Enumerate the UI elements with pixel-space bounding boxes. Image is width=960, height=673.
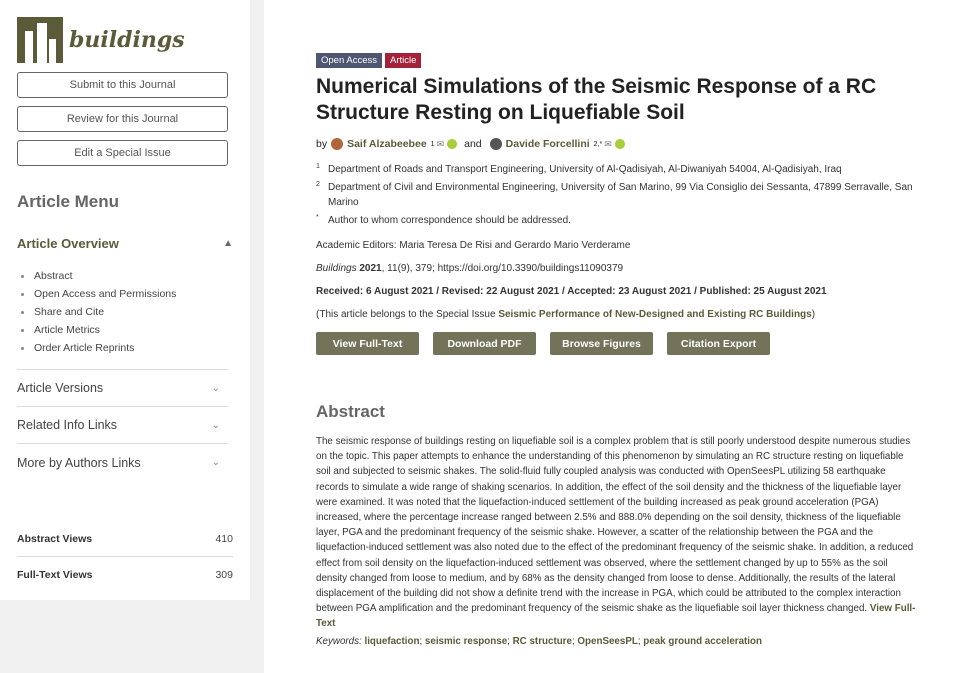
article-versions-toggle[interactable]: Article Versions ⌄ xyxy=(17,370,228,407)
download-pdf-button[interactable]: Download PDF xyxy=(433,332,536,355)
orcid-icon[interactable] xyxy=(614,139,625,149)
doi-link[interactable]: , 11(9), 379; https://doi.org/10.3390/bu… xyxy=(382,263,623,274)
chevron-down-icon: ⌄ xyxy=(211,382,220,394)
overview-item-metrics[interactable]: Article Metrics xyxy=(17,321,233,339)
keyword-link[interactable]: seismic response xyxy=(425,636,507,647)
email-icon[interactable]: ✉ xyxy=(437,139,445,150)
overview-item-open-access[interactable]: Open Access and Permissions xyxy=(17,285,233,303)
view-full-text-button[interactable]: View Full-Text xyxy=(316,332,419,355)
author-link-1[interactable]: Saif Alzabeebee xyxy=(347,138,427,150)
author-avatar xyxy=(331,138,344,150)
overview-item-share-cite[interactable]: Share and Cite xyxy=(17,303,233,321)
overview-item-reprints[interactable]: Order Article Reprints xyxy=(17,339,233,357)
author-link-2[interactable]: Davide Forcellini xyxy=(506,138,590,150)
affiliations: 1 Department of Roads and Transport Engin… xyxy=(316,162,916,228)
related-info-label: Related Info Links xyxy=(17,418,118,432)
article-overview-label: Article Overview xyxy=(17,236,119,251)
academic-editors: Academic Editors: Maria Teresa De Risi a… xyxy=(316,240,631,251)
article-versions-label: Article Versions xyxy=(17,381,104,395)
special-issue-link[interactable]: Seismic Performance of New-Designed and … xyxy=(498,309,811,320)
submit-to-journal-button[interactable]: Submit to this Journal xyxy=(17,72,228,98)
email-icon[interactable]: ✉ xyxy=(604,139,612,150)
more-by-authors-toggle[interactable]: More by Authors Links ⌄ xyxy=(17,444,228,481)
article-actions: View Full-Text Download PDF Browse Figur… xyxy=(316,332,916,355)
article-main: Open Access Article Numerical Simulation… xyxy=(264,0,960,673)
author-avatar xyxy=(489,138,502,150)
affiliation-2: 2 Department of Civil and Environmental E… xyxy=(316,181,913,208)
correspondence-note: * Author to whom correspondence should be… xyxy=(316,214,571,226)
keyword-link[interactable]: RC structure xyxy=(513,636,572,647)
article-stats: Abstract Views 410 Full-Text Views 309 xyxy=(0,503,250,600)
keyword-link[interactable]: peak ground acceleration xyxy=(643,636,762,647)
citation-line: Buildings 2021, 11(9), 379; https://doi.… xyxy=(316,263,624,274)
sidebar: buildings Submit to this Journal Review … xyxy=(0,0,250,503)
keywords-line: Keywords: liquefaction; seismic response… xyxy=(316,635,762,647)
article-title: Numerical Simulations of the Seismic Res… xyxy=(316,75,877,124)
buildings-logo-icon xyxy=(17,17,63,63)
overview-item-abstract[interactable]: Abstract xyxy=(17,267,233,285)
chevron-down-icon: ⌄ xyxy=(211,419,220,431)
more-by-authors-label: More by Authors Links xyxy=(17,455,141,470)
stat-full-text-views: Full-Text Views 309 xyxy=(17,569,233,581)
stat-abstract-views: Abstract Views 410 xyxy=(17,521,233,557)
publication-dates: Received: 6 August 2021 / Revised: 22 Au… xyxy=(316,286,827,297)
affiliation-1: 1 Department of Roads and Transport Engin… xyxy=(316,163,842,175)
article-badges: Open Access Article xyxy=(316,53,916,68)
special-issue-note: (This article belongs to the Special Iss… xyxy=(316,309,816,320)
review-for-journal-button[interactable]: Review for this Journal xyxy=(17,106,228,132)
orcid-icon[interactable] xyxy=(447,139,458,149)
edit-special-issue-button[interactable]: Edit a Special Issue xyxy=(17,140,228,166)
journal-logo[interactable]: buildings xyxy=(17,16,233,64)
authors-line: by Saif Alzabeebee 1 ✉ and Davide Forcel… xyxy=(316,138,916,150)
chevron-up-icon: ▲ xyxy=(223,238,233,249)
article-menu-title: Article Menu xyxy=(17,192,120,211)
chevron-down-icon: ⌄ xyxy=(211,457,220,468)
keyword-link[interactable]: OpenSeesPL xyxy=(577,636,637,647)
article-type-badge: Article xyxy=(384,53,422,68)
related-info-toggle[interactable]: Related Info Links ⌄ xyxy=(17,407,228,444)
citation-export-button[interactable]: Citation Export xyxy=(667,332,770,355)
abstract-heading: Abstract xyxy=(316,402,385,421)
keyword-link[interactable]: liquefaction xyxy=(364,636,419,647)
logo-text: buildings xyxy=(69,27,185,53)
browse-figures-button[interactable]: Browse Figures xyxy=(550,332,653,355)
open-access-badge: Open Access xyxy=(316,53,382,68)
article-overview-list: Abstract Open Access and Permissions Sha… xyxy=(17,267,233,357)
article-overview-toggle[interactable]: Article Overview ▲ xyxy=(17,236,233,251)
abstract-text: The seismic response of buildings restin… xyxy=(316,436,916,630)
